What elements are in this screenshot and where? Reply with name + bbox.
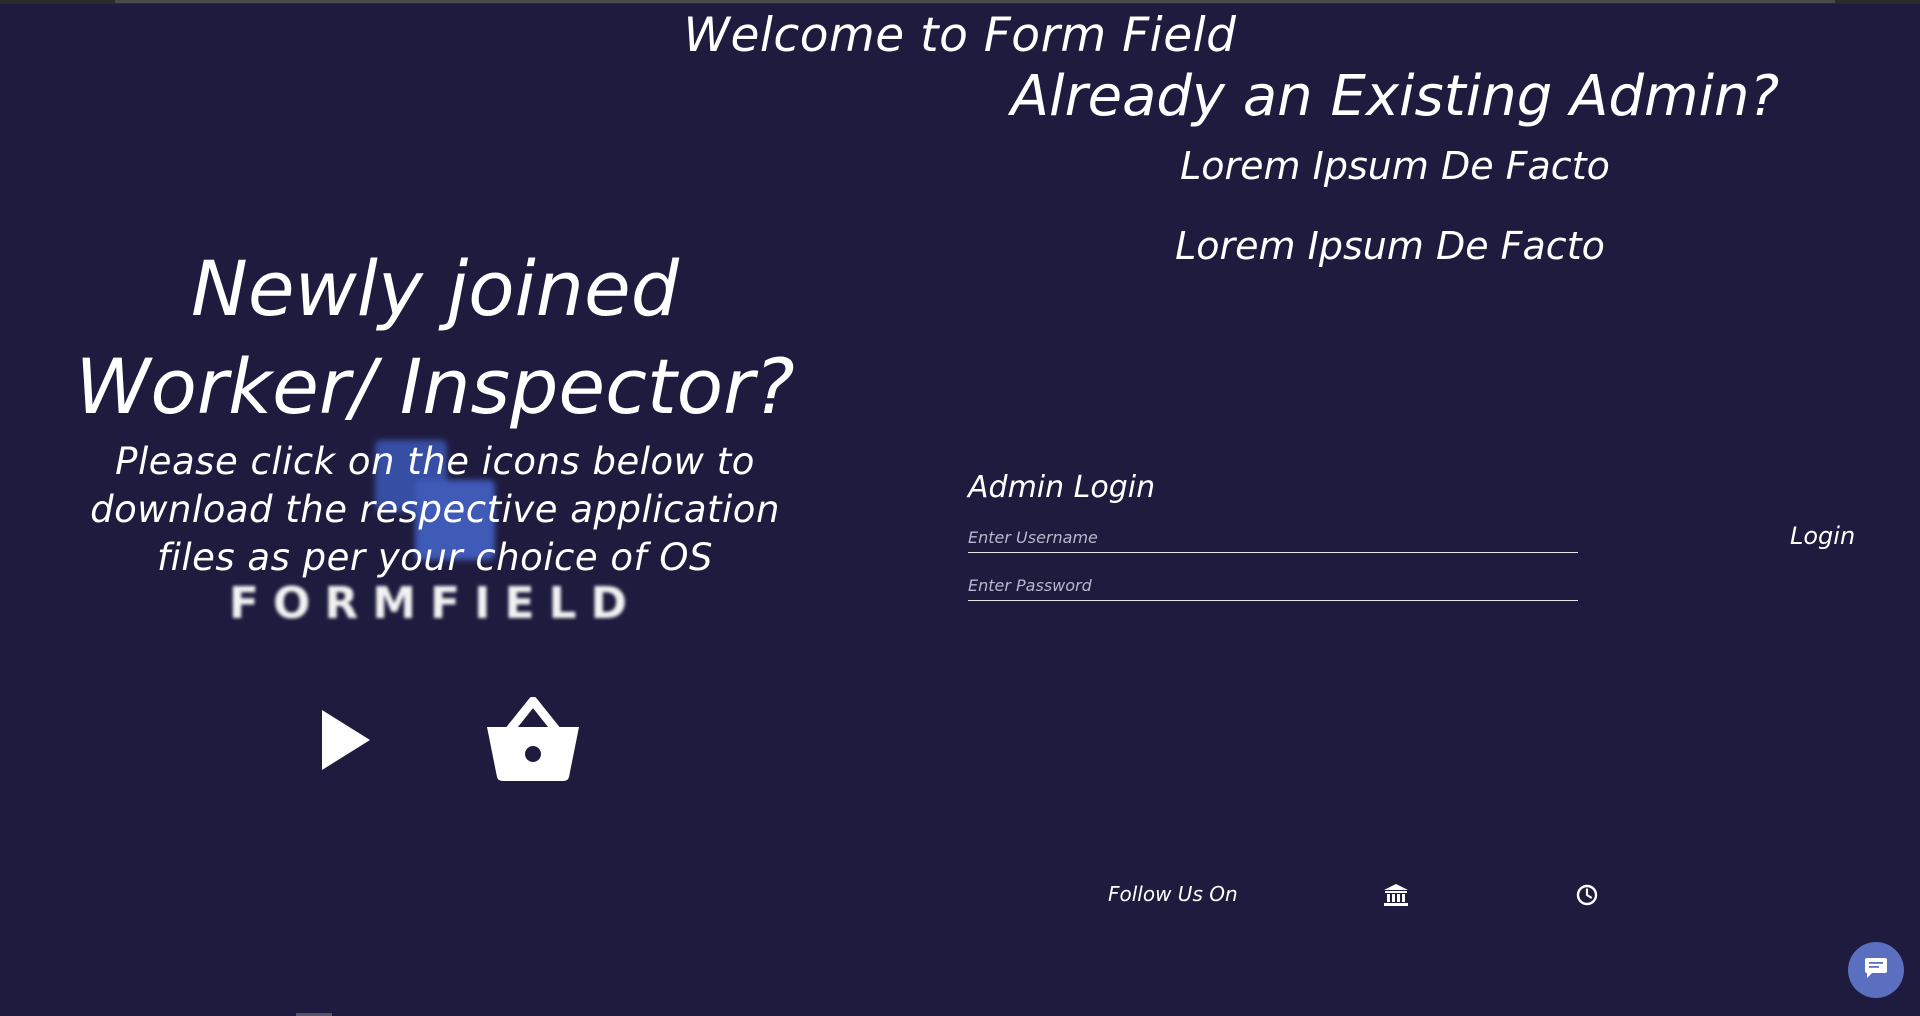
clock-icon[interactable] bbox=[1576, 884, 1598, 906]
bank-icon[interactable] bbox=[1384, 884, 1408, 906]
chat-bubble-icon bbox=[1864, 957, 1888, 983]
basket-store-icon[interactable] bbox=[485, 696, 581, 781]
download-instructions: Please click on the icons below to downl… bbox=[90, 440, 780, 579]
admin-login-title: Admin Login bbox=[968, 470, 1156, 505]
play-store-icon[interactable] bbox=[322, 710, 370, 770]
brand-wordmark: FORMFIELD bbox=[228, 578, 642, 629]
login-button[interactable]: Login bbox=[1790, 522, 1855, 550]
username-field[interactable] bbox=[968, 522, 1578, 553]
admin-heading: Already an Existing Admin? bbox=[1010, 64, 1780, 129]
follow-us-label: Follow Us On bbox=[1108, 882, 1238, 906]
worker-heading: Newly joined Worker/ Inspector? bbox=[75, 244, 795, 431]
welcome-title-text: Welcome to Form Field bbox=[683, 8, 1237, 63]
welcome-title: Welcome to Form Field bbox=[0, 8, 1920, 63]
password-field[interactable] bbox=[968, 570, 1578, 601]
browser-top-strip bbox=[0, 0, 1920, 4]
admin-tagline-1: Lorem Ipsum De Facto bbox=[1180, 144, 1610, 188]
admin-tagline-2: Lorem Ipsum De Facto bbox=[1175, 224, 1605, 268]
chat-button[interactable] bbox=[1848, 942, 1904, 998]
top-strip-scroll-track bbox=[115, 0, 1835, 3]
